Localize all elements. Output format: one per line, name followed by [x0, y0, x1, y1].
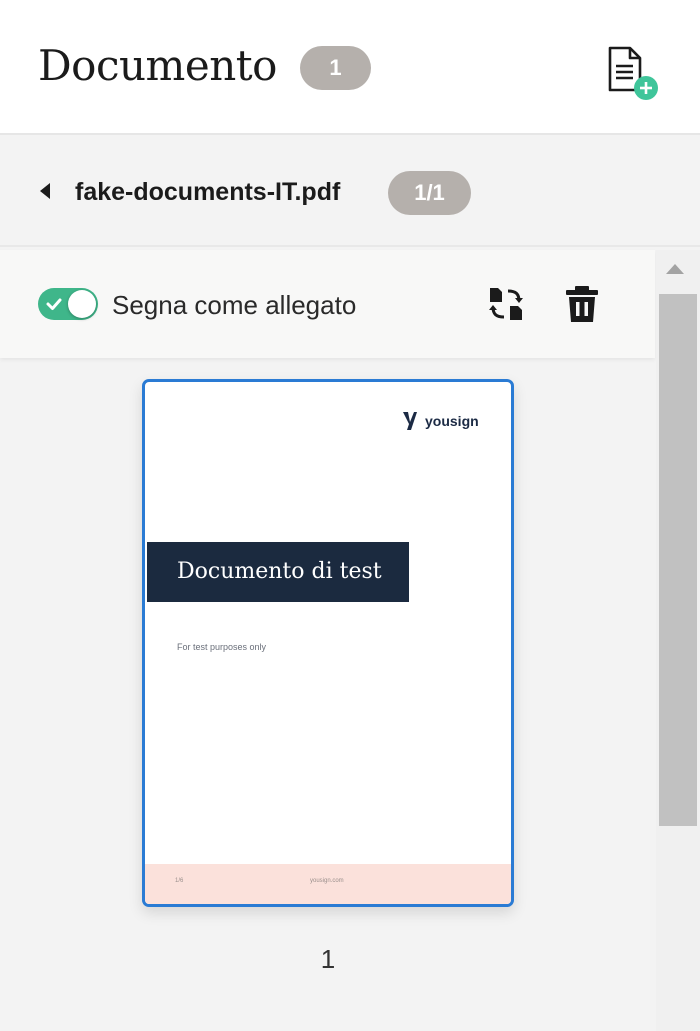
page-number: 1: [320, 944, 336, 974]
thumbnail-footer-site: yousign.com: [310, 878, 344, 884]
document-toolbar: Segna come allegato: [0, 250, 655, 358]
document-add-icon: [608, 46, 658, 100]
attachment-toggle-label: Segna come allegato: [112, 290, 357, 320]
document-count-badge: 1: [300, 46, 371, 90]
trash-icon: [566, 286, 598, 322]
thumbnail-footer: 1/6 yousign.com: [145, 864, 511, 904]
attachment-toggle[interactable]: [38, 288, 98, 320]
add-document-button[interactable]: [600, 42, 662, 104]
document-panel-header: Documento 1: [0, 0, 700, 135]
panel-title: Documento: [38, 41, 277, 90]
yousign-logo-icon: [403, 412, 417, 430]
thumbnail-footer-page: 1/6: [175, 878, 184, 884]
toggle-knob: [68, 290, 96, 318]
scrollbar[interactable]: [656, 250, 700, 1031]
page-count-badge: 1/1: [388, 171, 471, 215]
scrollbar-thumb[interactable]: [659, 294, 697, 826]
thumbnail-subtitle: For test purposes only: [177, 642, 267, 652]
caret-left-icon: [40, 183, 50, 199]
replace-document-button[interactable]: [486, 284, 526, 324]
collapse-document-button[interactable]: [36, 179, 56, 203]
thumbnail-logo-text: yousign: [425, 413, 479, 429]
document-file-row: fake-documents-IT.pdf 1/1: [0, 137, 700, 247]
thumbnail-logo: yousign: [401, 406, 479, 436]
check-icon: [46, 298, 62, 310]
scroll-up-arrow-icon[interactable]: [666, 264, 684, 274]
swap-document-icon: [489, 288, 523, 320]
file-name: fake-documents-IT.pdf: [75, 178, 341, 206]
delete-document-button[interactable]: [562, 284, 602, 324]
page-thumbnail[interactable]: yousign Documento di test For test purpo…: [142, 379, 514, 907]
thumbnail-banner-title: Documento di test: [147, 542, 409, 602]
